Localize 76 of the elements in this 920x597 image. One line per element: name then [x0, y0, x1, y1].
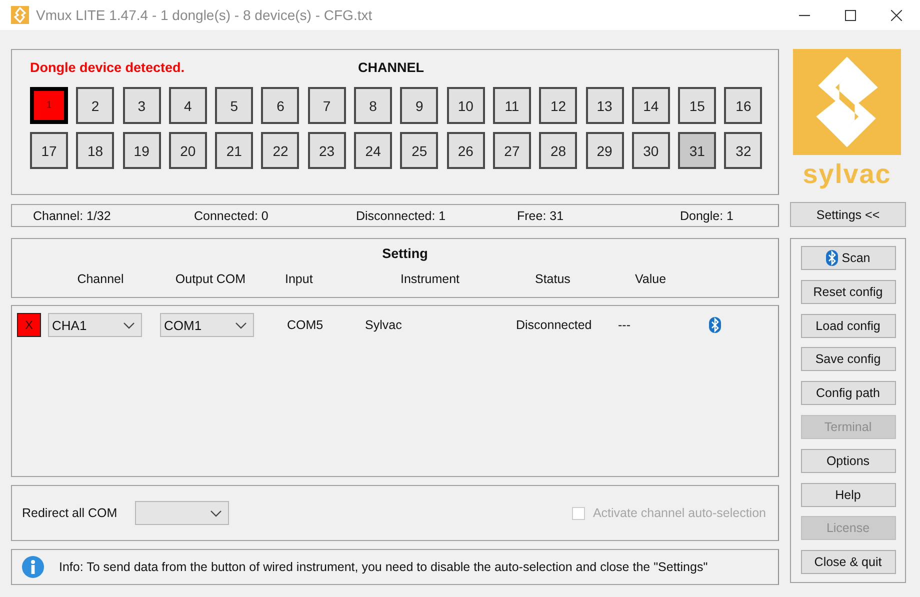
- close-icon[interactable]: [891, 10, 902, 20]
- channel-button[interactable]: 24: [354, 132, 392, 169]
- logo-icon: [793, 49, 901, 155]
- channel-button[interactable]: 5: [215, 87, 254, 124]
- caret-icon: [123, 322, 135, 328]
- status-text: Channel: 1/32: [33, 208, 112, 222]
- channel-button[interactable]: 28: [539, 132, 578, 169]
- channel-button[interactable]: 9: [400, 87, 438, 124]
- channel-button[interactable]: 6: [261, 87, 300, 124]
- info-text: Info: To send data from the button of wired instrument, you need to disable the auto-selection and close the "Settings": [59, 560, 708, 574]
- status-text: Disconnected: 1: [356, 208, 447, 222]
- channel-button[interactable]: 10: [446, 87, 485, 124]
- channel-button[interactable]: 26: [446, 132, 485, 169]
- channel-button[interactable]: 29: [586, 132, 624, 169]
- channel-button[interactable]: 12: [539, 87, 578, 124]
- action-button[interactable]: Scan: [800, 246, 896, 270]
- field-label: Redirect all COM: [22, 506, 118, 520]
- channel-button[interactable]: 19: [122, 132, 161, 169]
- bluetooth-icon: [826, 250, 838, 266]
- channel-button[interactable]: 23: [308, 132, 346, 169]
- action-button[interactable]: Load config: [800, 314, 896, 338]
- channel-button[interactable]: 11: [492, 87, 531, 124]
- channel-button[interactable]: 2: [76, 87, 114, 124]
- column-header: Output COM: [174, 272, 247, 286]
- status-text: Connected: 0: [194, 208, 270, 222]
- channel-button[interactable]: 27: [492, 132, 531, 169]
- action-button[interactable]: Help: [800, 482, 896, 507]
- channel-button[interactable]: 32: [724, 132, 762, 169]
- table-cell-text: Disconnected: [515, 318, 593, 332]
- action-button: License: [800, 516, 896, 540]
- column-header: Input: [284, 272, 314, 286]
- channel-button[interactable]: 31: [678, 132, 716, 169]
- channel-button[interactable]: 30: [632, 132, 670, 169]
- section-title: Setting: [381, 246, 429, 261]
- channel-button[interactable]: 22: [261, 132, 300, 169]
- action-button[interactable]: Reset config: [800, 280, 896, 304]
- window-title: Vmux LITE 1.47.4 - 1 dongle(s) - 8 device(s) - CFG.txt: [36, 7, 372, 23]
- status-text: Dongle: 1: [680, 208, 734, 222]
- column-header: Value: [634, 272, 668, 286]
- table-cell-text: COM5: [286, 318, 324, 332]
- status-message: Dongle device detected.: [30, 60, 186, 75]
- channel-button[interactable]: 16: [724, 87, 762, 124]
- status-text: Free: 31: [517, 208, 565, 222]
- channel-button[interactable]: 15: [678, 87, 716, 124]
- channel-button[interactable]: 25: [400, 132, 438, 169]
- logo-text: sylvac: [802, 158, 892, 191]
- caret-icon: [210, 510, 222, 516]
- remove-button[interactable]: X: [17, 313, 41, 337]
- column-header: Status: [534, 272, 572, 286]
- app-icon: [11, 6, 29, 24]
- column-header: Channel: [76, 272, 125, 286]
- channel-button[interactable]: 14: [632, 87, 670, 124]
- channel-button[interactable]: 18: [76, 132, 114, 169]
- table-cell-text: Sylvac: [364, 318, 403, 332]
- action-button[interactable]: Options: [800, 448, 896, 473]
- info-icon: [22, 556, 44, 578]
- action-button[interactable]: Save config: [800, 347, 896, 372]
- channel-button[interactable]: 4: [168, 87, 207, 124]
- channel-button[interactable]: 8: [354, 87, 392, 124]
- output-com-dropdown[interactable]: COM1: [160, 313, 254, 337]
- caret-icon: [235, 322, 247, 328]
- channel-button[interactable]: 17: [30, 132, 68, 169]
- action-button: Terminal: [800, 414, 896, 439]
- channel-button[interactable]: 21: [215, 132, 254, 169]
- channel-dropdown[interactable]: CHA1: [48, 313, 142, 337]
- channel-button[interactable]: 3: [122, 87, 161, 124]
- column-header: Instrument: [399, 272, 461, 286]
- action-button[interactable]: Close & quit: [800, 550, 896, 574]
- section-title: CHANNEL: [358, 60, 424, 75]
- action-button[interactable]: Config path: [800, 381, 896, 406]
- channel-button[interactable]: 20: [168, 132, 207, 169]
- channel-button[interactable]: 13: [586, 87, 624, 124]
- maximize-icon[interactable]: [845, 10, 856, 20]
- table-cell-text: ---: [617, 318, 632, 332]
- settings-toggle-button[interactable]: Settings <<: [790, 202, 906, 227]
- channel-button[interactable]: 7: [308, 87, 346, 124]
